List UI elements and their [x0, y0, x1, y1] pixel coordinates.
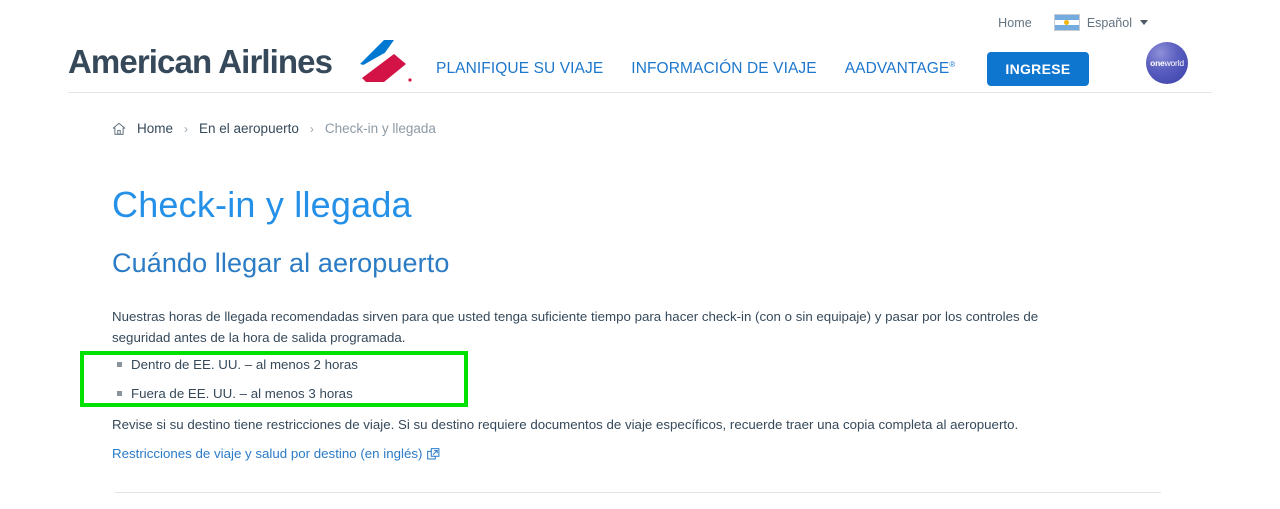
- travel-restrictions-link-label: Restricciones de viaje y salud por desti…: [112, 446, 423, 461]
- breadcrumb-item-current: Check-in y llegada: [324, 121, 436, 136]
- section-title: Cuándo llegar al aeropuerto: [112, 248, 450, 278]
- home-icon[interactable]: [112, 122, 126, 136]
- breadcrumb-separator: ›: [309, 121, 314, 136]
- american-airlines-flight-symbol: [358, 40, 412, 82]
- nav-item-plan-trip[interactable]: PLANIFIQUE SU VIAJE: [436, 60, 603, 78]
- header-divider: [68, 92, 1212, 93]
- breadcrumb-item-at-the-airport[interactable]: En el aeropuerto: [199, 121, 299, 136]
- travel-restrictions-link[interactable]: Restricciones de viaje y salud por desti…: [112, 445, 440, 463]
- intro-paragraph: Nuestras horas de llegada recomendadas s…: [112, 309, 1039, 345]
- logo-wordmark: American Airlines: [68, 42, 333, 80]
- language-label: Español: [1086, 15, 1132, 30]
- oneworld-alliance-logo[interactable]: oneworld: [1146, 42, 1188, 84]
- oneworld-prefix: one: [1150, 57, 1165, 68]
- nav-item-travel-info[interactable]: INFORMACIÓN DE VIAJE: [631, 60, 816, 78]
- american-airlines-logo[interactable]: American Airlines: [68, 38, 416, 84]
- registered-trademark-mark: ®: [949, 59, 956, 69]
- utility-home-link[interactable]: Home: [998, 16, 1032, 30]
- login-button[interactable]: INGRESE: [987, 52, 1089, 86]
- breadcrumb-item-home[interactable]: Home: [137, 121, 173, 136]
- content-divider: [115, 492, 1161, 493]
- oneworld-suffix: world: [1164, 57, 1185, 68]
- oneworld-logo-text: oneworld: [1150, 59, 1184, 68]
- breadcrumb: Home › En el aeropuerto › Check-in y lle…: [112, 121, 436, 136]
- nav-item-aadvantage-label: AADVANTAGE: [844, 60, 950, 77]
- utility-bar-items: Home Español: [998, 14, 1148, 31]
- arrival-times-list: Dentro de EE. UU. – al menos 2 horas Fue…: [112, 356, 358, 403]
- argentina-flag-icon: [1053, 14, 1080, 31]
- list-item: Dentro de EE. UU. – al menos 2 horas: [112, 356, 358, 374]
- restrictions-paragraph: Revise si su destino tiene restricciones…: [112, 417, 1019, 432]
- nav-item-aadvantage[interactable]: AADVANTAGE®: [845, 60, 956, 78]
- list-item: Fuera de EE. UU. – al menos 3 horas: [112, 385, 358, 403]
- external-link-icon: [427, 447, 440, 459]
- language-selector[interactable]: Español: [1053, 14, 1148, 31]
- chevron-down-icon: [1140, 20, 1148, 25]
- breadcrumb-separator: ›: [184, 121, 189, 136]
- site-header: American Airlines PLANIFIQUE SU VIAJE IN…: [0, 30, 1280, 92]
- page-title: Check-in y llegada: [112, 184, 412, 225]
- main-navigation: PLANIFIQUE SU VIAJE INFORMACIÓN DE VIAJE…: [436, 52, 1089, 86]
